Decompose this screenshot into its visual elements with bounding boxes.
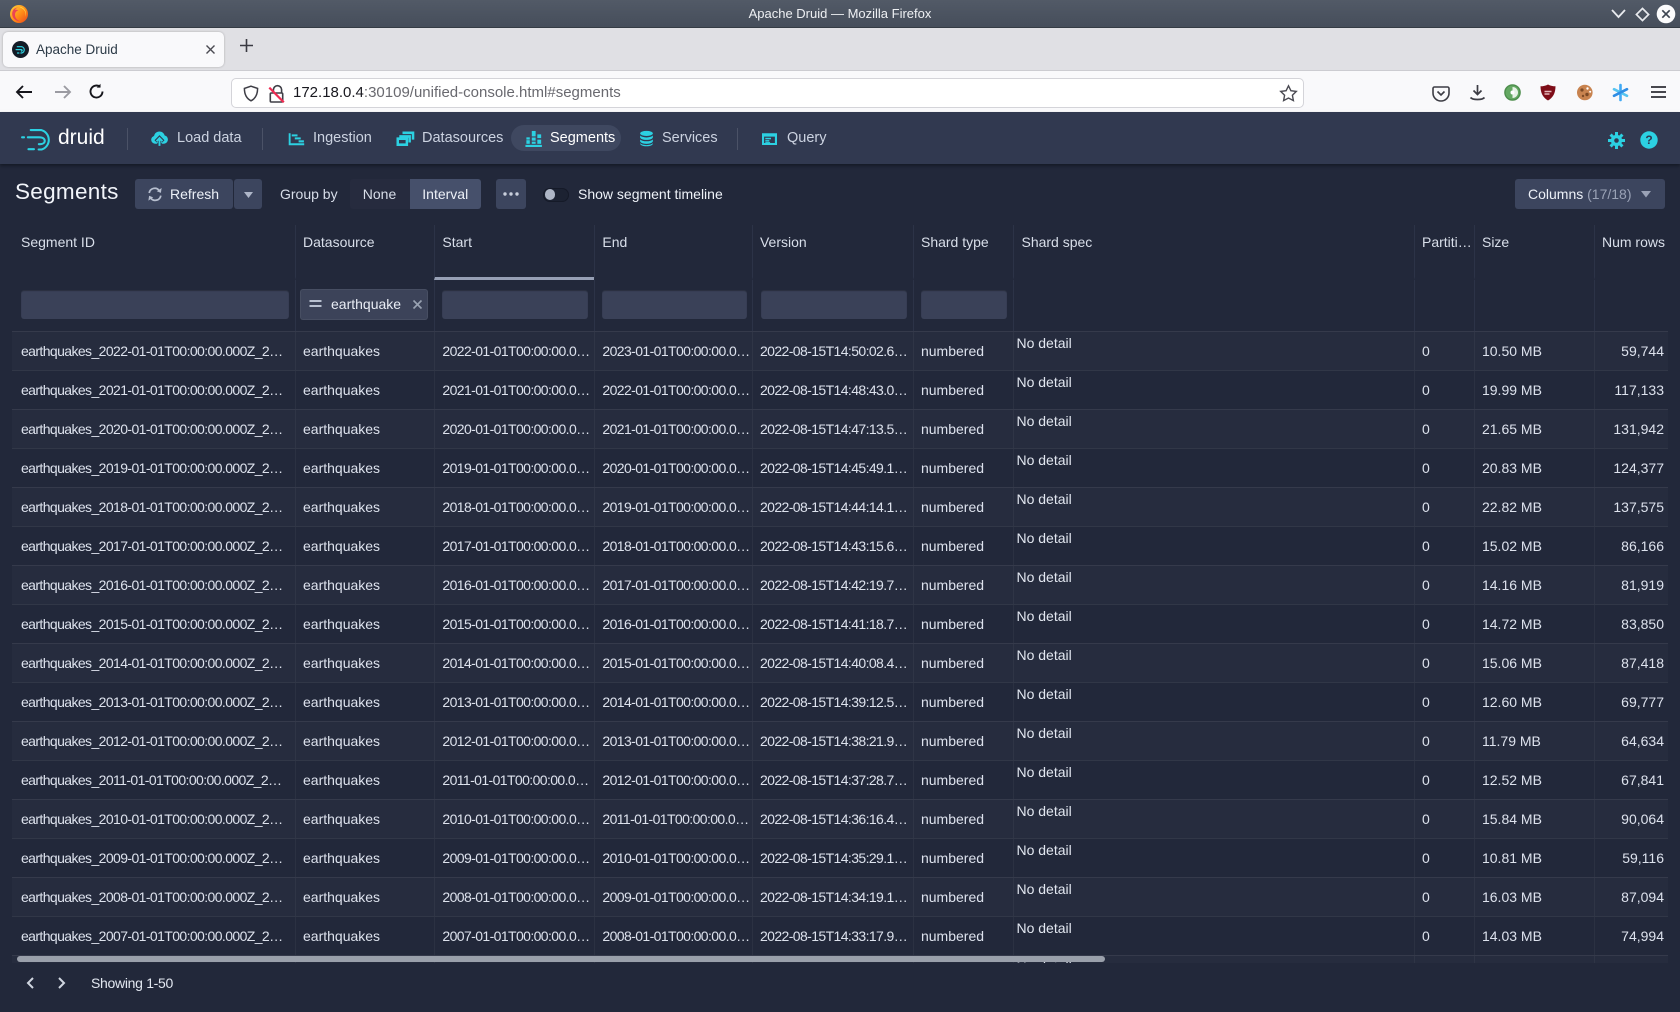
svg-text:?: ? (1645, 133, 1652, 147)
